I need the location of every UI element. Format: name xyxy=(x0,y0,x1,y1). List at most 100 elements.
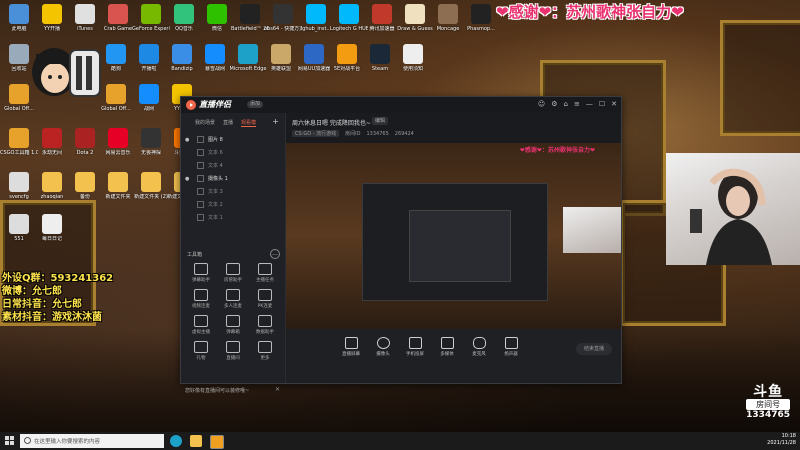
thanks-banner: ❤感谢❤：苏州歌神张自力❤ xyxy=(496,3,684,21)
toolbox-item[interactable]: 多人连麦 xyxy=(217,289,249,309)
screen-capture-button[interactable]: 直播屏幕 xyxy=(336,337,366,357)
toolbox-item[interactable]: 直播间 xyxy=(217,341,249,361)
logitech-icon xyxy=(306,4,326,24)
scene-item[interactable]: 文本 1 xyxy=(181,211,285,224)
moncage-icon xyxy=(438,4,458,24)
scene-item[interactable]: 文本 3 xyxy=(181,185,285,198)
system-tray-clock[interactable]: 10:18 2021/11/28 xyxy=(767,433,796,447)
phone-cast-button[interactable]: 手机投屏 xyxy=(400,337,430,357)
camera-button[interactable]: 摄像头 xyxy=(368,337,398,357)
douyu-watermark: 斗鱼 房间号 1334765 xyxy=(746,385,790,420)
file-icon xyxy=(42,214,62,234)
microphone-button[interactable]: 麦克风 xyxy=(464,337,494,357)
tool-label: 视频连麦 xyxy=(192,304,210,309)
tab-my-scenes[interactable]: 我的场景 xyxy=(195,119,215,127)
window-controls: ☺ ⚙ ⌂ ≡ — ☐ ✕ xyxy=(538,100,617,109)
user-avatar-icon[interactable]: ☺ xyxy=(538,100,545,109)
steam-icon xyxy=(370,44,390,64)
scene-item[interactable]: 文本 2 xyxy=(181,198,285,211)
control-label: 麦克风 xyxy=(472,352,486,357)
fivee-icon xyxy=(337,44,357,64)
app-titlebar[interactable]: 直播伴侣 添加 ☺ ⚙ ⌂ ≡ — ☐ ✕ xyxy=(181,97,621,113)
tool-icon xyxy=(226,315,240,327)
preview-webcam xyxy=(563,207,621,253)
control-label: 直播屏幕 xyxy=(342,352,360,357)
douyu-logo-text: 斗鱼 xyxy=(753,384,784,400)
live-companion-taskbar-icon[interactable] xyxy=(210,435,224,449)
toolbox-item[interactable]: 更多 xyxy=(249,341,281,361)
end-live-button[interactable]: 结束直播 xyxy=(576,343,612,355)
live-icon xyxy=(139,44,159,64)
desktop-icon[interactable]: 每日日记 xyxy=(33,214,71,242)
tool-icon xyxy=(194,341,208,353)
close-button[interactable]: ✕ xyxy=(611,100,617,109)
edge-icon[interactable] xyxy=(170,435,182,447)
toolbox-item[interactable]: 主播任务 xyxy=(249,263,281,283)
add-scene-button[interactable]: + xyxy=(272,118,279,127)
menu-icon[interactable]: ≡ xyxy=(574,100,580,109)
settings-icon[interactable]: ⚙ xyxy=(551,100,557,109)
minimize-button[interactable]: — xyxy=(586,100,593,109)
toolbox-item[interactable]: 视频连麦 xyxy=(185,289,217,309)
scene-source-icon xyxy=(197,136,204,143)
scene-item[interactable]: ● 摄像头 1 xyxy=(181,172,285,185)
tool-label: 主播任务 xyxy=(256,278,274,283)
notice-close-icon[interactable]: ✕ xyxy=(275,386,280,393)
media-button[interactable]: 多媒体 xyxy=(432,337,462,357)
toolbox-item[interactable]: 房管助手 xyxy=(217,263,249,283)
windows-start-icon[interactable] xyxy=(5,436,15,446)
tool-icon xyxy=(194,263,208,275)
desktop-icon[interactable]: 使用须知 xyxy=(394,44,432,72)
toolbox-item[interactable]: 虚拟主播 xyxy=(185,315,217,335)
live-companion-window[interactable]: 直播伴侣 添加 ☺ ⚙ ⌂ ≡ — ☐ ✕ 我的场景 直播 观看模 + ● 图片 … xyxy=(180,96,622,394)
logitech-icon xyxy=(339,4,359,24)
microphone-icon xyxy=(472,337,486,349)
control-label: 多媒体 xyxy=(440,352,454,357)
speaker-button[interactable]: 扬声器 xyxy=(496,337,526,357)
file-explorer-icon[interactable] xyxy=(190,435,202,447)
tool-label: 直播间 xyxy=(226,356,240,361)
control-label: 摄像头 xyxy=(376,352,390,357)
scene-item[interactable]: 文本 6 xyxy=(181,146,285,159)
edge-icon xyxy=(238,44,258,64)
desktop-icon[interactable]: Phasmop... xyxy=(462,4,500,32)
room-meta: CS:GO - 流行游戏 房间ID 1334765 269424 xyxy=(292,130,414,137)
scene-list: ● 图片 8 文本 6 文本 4 ● 摄像头 1 文本 3 文本 2 文本 1 xyxy=(181,133,285,224)
toolbox-item[interactable]: 弹幕箱 xyxy=(217,315,249,335)
broadcast-controls: 直播屏幕 摄像头 手机投屏 多媒体 麦克风 扬声器 结束直播 xyxy=(286,329,621,383)
file-icon xyxy=(403,44,423,64)
stream-preview[interactable]: ❤感谢❤：苏州歌神张自力❤ xyxy=(286,143,621,329)
tool-label: 弹幕箱 xyxy=(226,330,240,335)
obs-icon xyxy=(273,4,293,24)
toolbox-more-button[interactable]: … xyxy=(270,249,280,259)
decoration-notice[interactable]: 您好像有直播间可以装修哦~ xyxy=(185,387,249,394)
phasmo-icon xyxy=(471,4,491,24)
folder-icon xyxy=(42,172,62,192)
game-category[interactable]: CS:GO - 流行游戏 xyxy=(292,130,340,137)
maximize-button[interactable]: ☐ xyxy=(599,100,605,109)
eye-visibility-icon[interactable]: ● xyxy=(185,176,193,182)
play-icon xyxy=(440,337,454,349)
battlenet-icon xyxy=(139,84,159,104)
edit-room-button[interactable]: 编辑 xyxy=(372,117,389,125)
tab-live[interactable]: 直播 xyxy=(223,119,233,127)
tab-viewer-mode[interactable]: 观看模 xyxy=(241,119,257,127)
scene-item[interactable]: ● 图片 8 xyxy=(181,133,285,146)
folder-icon xyxy=(141,172,161,192)
search-icon xyxy=(24,437,31,444)
scene-label: 文本 2 xyxy=(208,202,223,208)
toolbox-item[interactable]: PK连麦 xyxy=(249,289,281,309)
toolbox-item[interactable]: 礼物 xyxy=(185,341,217,361)
toolbox-item[interactable]: 弹幕助手 xyxy=(185,263,217,283)
scene-sidebar: 我的场景 直播 观看模 + ● 图片 8 文本 6 文本 4 ● 摄像头 1 文本 3 文本 … xyxy=(181,113,286,394)
eye-visibility-icon[interactable]: ● xyxy=(185,137,193,143)
overlay-line: 微博：允七郎 xyxy=(2,286,62,297)
app-badge[interactable]: 添加 xyxy=(247,101,264,108)
toolbox-item[interactable]: 数据助手 xyxy=(249,315,281,335)
bandizip-icon xyxy=(172,44,192,64)
tool-label: 房管助手 xyxy=(224,278,242,283)
scene-item[interactable]: 文本 4 xyxy=(181,159,285,172)
home-icon[interactable]: ⌂ xyxy=(564,100,568,109)
scene-label: 文本 1 xyxy=(208,215,223,221)
taskbar-search[interactable]: 在这里输入你要搜索的内容 xyxy=(20,434,164,448)
